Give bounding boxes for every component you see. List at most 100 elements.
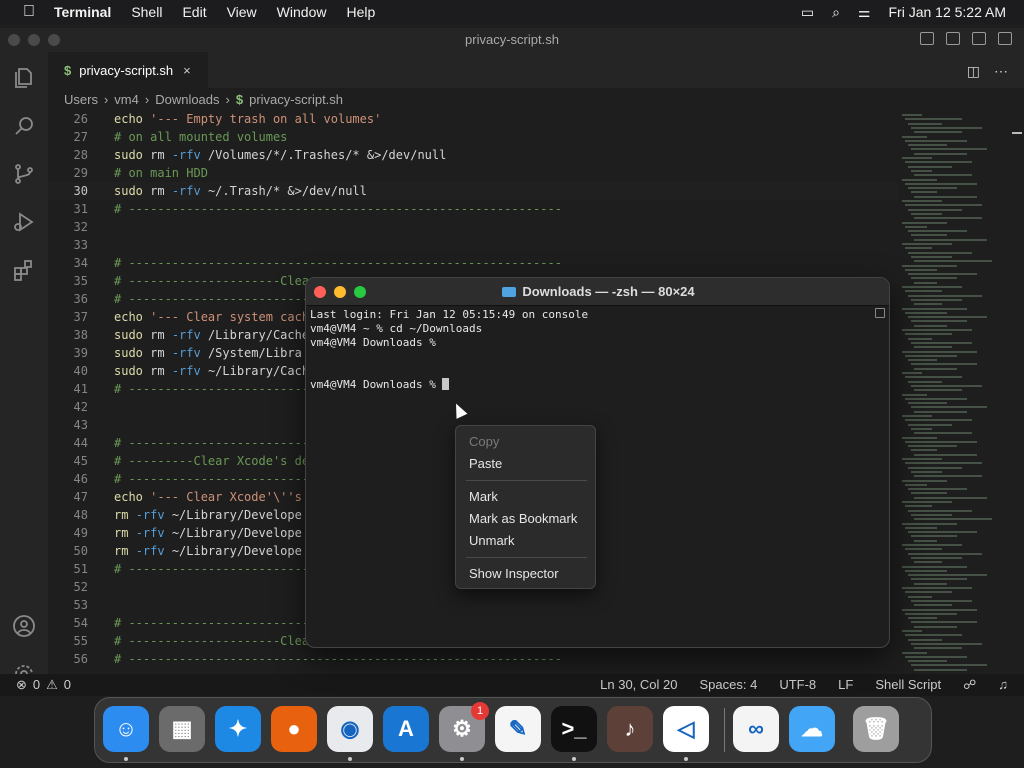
tab-close-icon[interactable]: × [183, 63, 191, 78]
code-line[interactable]: 26 echo '--- Empty trash on all volumes' [48, 110, 898, 128]
minimap[interactable] [900, 110, 1010, 674]
menu-item-unmark[interactable]: Unmark [469, 533, 515, 551]
status-indentation[interactable]: Spaces: 4 [699, 677, 757, 693]
minimap-line [905, 634, 962, 637]
vscode-titlebar: privacy-script.sh [0, 28, 1024, 52]
code-text: # --------------------------------------… [114, 652, 562, 666]
breadcrumb-file[interactable]: privacy-script.sh [249, 92, 343, 107]
minimap-line [902, 587, 972, 589]
dock-app-store-icon[interactable]: A [383, 706, 429, 752]
toggle-secondary-sidebar-icon[interactable] [972, 32, 986, 45]
code-text: # --------------------------------------… [114, 202, 562, 216]
minimap-line [908, 380, 942, 383]
dock-finder-icon[interactable]: ☺ [103, 706, 149, 752]
split-editor-icon[interactable]: ◫ [967, 63, 980, 80]
code-line[interactable]: 30 sudo rm -rfv ~/.Trash/* &>/dev/null [48, 182, 898, 200]
terminal-window[interactable]: Downloads — -zsh — 80×24 Last login: Fri… [305, 277, 890, 648]
menu-view[interactable]: View [227, 4, 257, 20]
minimap-line [902, 436, 937, 439]
terminal-titlebar: Downloads — -zsh — 80×24 [306, 278, 889, 306]
dock-launchpad-icon[interactable]: ▦ [159, 706, 205, 752]
feedback-icon[interactable]: ☍ [963, 677, 976, 693]
code-text: sudo rm -rfv /Volumes/*/.Trashes/* &>/de… [114, 148, 447, 162]
minimap-line [911, 449, 937, 452]
run-and-debug-icon[interactable] [12, 210, 36, 234]
menu-item-paste[interactable]: Paste [469, 456, 502, 474]
extensions-icon[interactable] [12, 258, 36, 282]
notifications-bell-icon[interactable]: ♫ [998, 677, 1008, 693]
status-cursor-position[interactable]: Ln 30, Col 20 [600, 677, 677, 693]
minimap-line [914, 217, 982, 220]
terminal-output[interactable]: Last login: Fri Jan 12 05:15:49 on conso… [310, 308, 870, 392]
explorer-icon[interactable] [12, 66, 36, 90]
minimap-line [905, 591, 952, 594]
minimap-line [905, 204, 982, 207]
line-number: 33 [73, 238, 88, 252]
status-eol[interactable]: LF [838, 677, 853, 693]
code-line[interactable]: 29 # on main HDD [48, 164, 898, 182]
menu-item-mark[interactable]: Mark [469, 489, 498, 507]
breadcrumb-downloads[interactable]: Downloads [155, 92, 219, 107]
minimap-line [902, 479, 947, 482]
dock-terminal-icon[interactable]: >_ [551, 706, 597, 752]
search-icon[interactable] [12, 114, 36, 138]
menu-edit[interactable]: Edit [182, 4, 206, 20]
toggle-primary-sidebar-icon[interactable] [920, 32, 934, 45]
dock-safari-icon[interactable]: ✦ [215, 706, 261, 752]
dock-trash-icon[interactable]: 🗑 [853, 706, 899, 752]
code-line[interactable]: 56 # ------------------------------------… [48, 650, 898, 668]
terminal-scroll-icon[interactable] [875, 308, 885, 318]
status-language[interactable]: Shell Script [875, 677, 941, 693]
breadcrumb-users[interactable]: Users [64, 92, 98, 107]
minimap-line [902, 157, 932, 159]
menu-window[interactable]: Window [277, 4, 327, 20]
spotlight-search-icon[interactable]: ⌕ [832, 4, 840, 21]
screen-mirroring-icon[interactable]: ▭ [801, 4, 814, 21]
tab-privacy-script[interactable]: $ privacy-script.sh × [48, 52, 208, 88]
dock-running-indicator [124, 757, 128, 761]
source-control-icon[interactable] [12, 162, 36, 186]
minimap-line [914, 410, 967, 413]
dock-chrome-icon[interactable]: ◉ [327, 706, 373, 752]
code-line[interactable]: 32 [48, 218, 898, 236]
dock-visual-studio-icon[interactable]: ∞ [733, 706, 779, 752]
line-number: 37 [73, 310, 88, 324]
dock-weather-icon[interactable]: ☁ [789, 706, 835, 752]
menu-shell[interactable]: Shell [131, 4, 162, 20]
more-actions-icon[interactable]: ⋯ [994, 63, 1008, 80]
code-line[interactable]: 27 # on all mounted volumes [48, 128, 898, 146]
code-line[interactable]: 34 # ------------------------------------… [48, 254, 898, 272]
breadcrumb-vm4[interactable]: vm4 [114, 92, 139, 107]
dock-instruments-icon[interactable]: ♪ [607, 706, 653, 752]
menu-item-show-inspector[interactable]: Show Inspector [469, 566, 559, 584]
menu-help[interactable]: Help [346, 4, 375, 20]
line-number: 28 [73, 148, 88, 162]
status-encoding[interactable]: UTF-8 [779, 677, 816, 693]
code-line[interactable]: 33 [48, 236, 898, 254]
dock-firefox-icon[interactable]: ● [271, 706, 317, 752]
minimap-line [908, 144, 947, 147]
minimap-line [902, 350, 977, 353]
minimap-line [902, 307, 967, 310]
terminal-title: Downloads — -zsh — 80×24 [522, 284, 695, 299]
control-center-icon[interactable]: ⚌ [858, 4, 871, 21]
menu-item-copy[interactable]: Copy [469, 434, 499, 452]
problems-indicator[interactable]: ⊗ 0 ⚠ 0 [16, 677, 71, 693]
minimap-line [902, 135, 927, 138]
accounts-icon[interactable] [12, 614, 36, 638]
code-line[interactable]: 28 sudo rm -rfv /Volumes/*/.Trashes/* &>/… [48, 146, 898, 164]
code-text: sudo rm -rfv /System/Libra [114, 346, 302, 360]
line-number: 50 [73, 544, 88, 558]
menu-clock[interactable]: Fri Jan 12 5:22 AM [888, 4, 1006, 20]
apple-icon[interactable]:  [18, 3, 40, 21]
menu-app-name[interactable]: Terminal [54, 4, 111, 20]
dock-textedit-icon[interactable]: ✎ [495, 706, 541, 752]
weather-glyph: ☁ [801, 716, 823, 741]
minimap-line [905, 376, 962, 379]
dock-vscode-icon[interactable]: ◁ [663, 706, 709, 752]
code-line[interactable]: 31 # ------------------------------------… [48, 200, 898, 218]
toggle-panel-icon[interactable] [946, 32, 960, 45]
customize-layout-icon[interactable] [998, 32, 1012, 45]
menu-item-mark-as-bookmark[interactable]: Mark as Bookmark [469, 511, 577, 529]
